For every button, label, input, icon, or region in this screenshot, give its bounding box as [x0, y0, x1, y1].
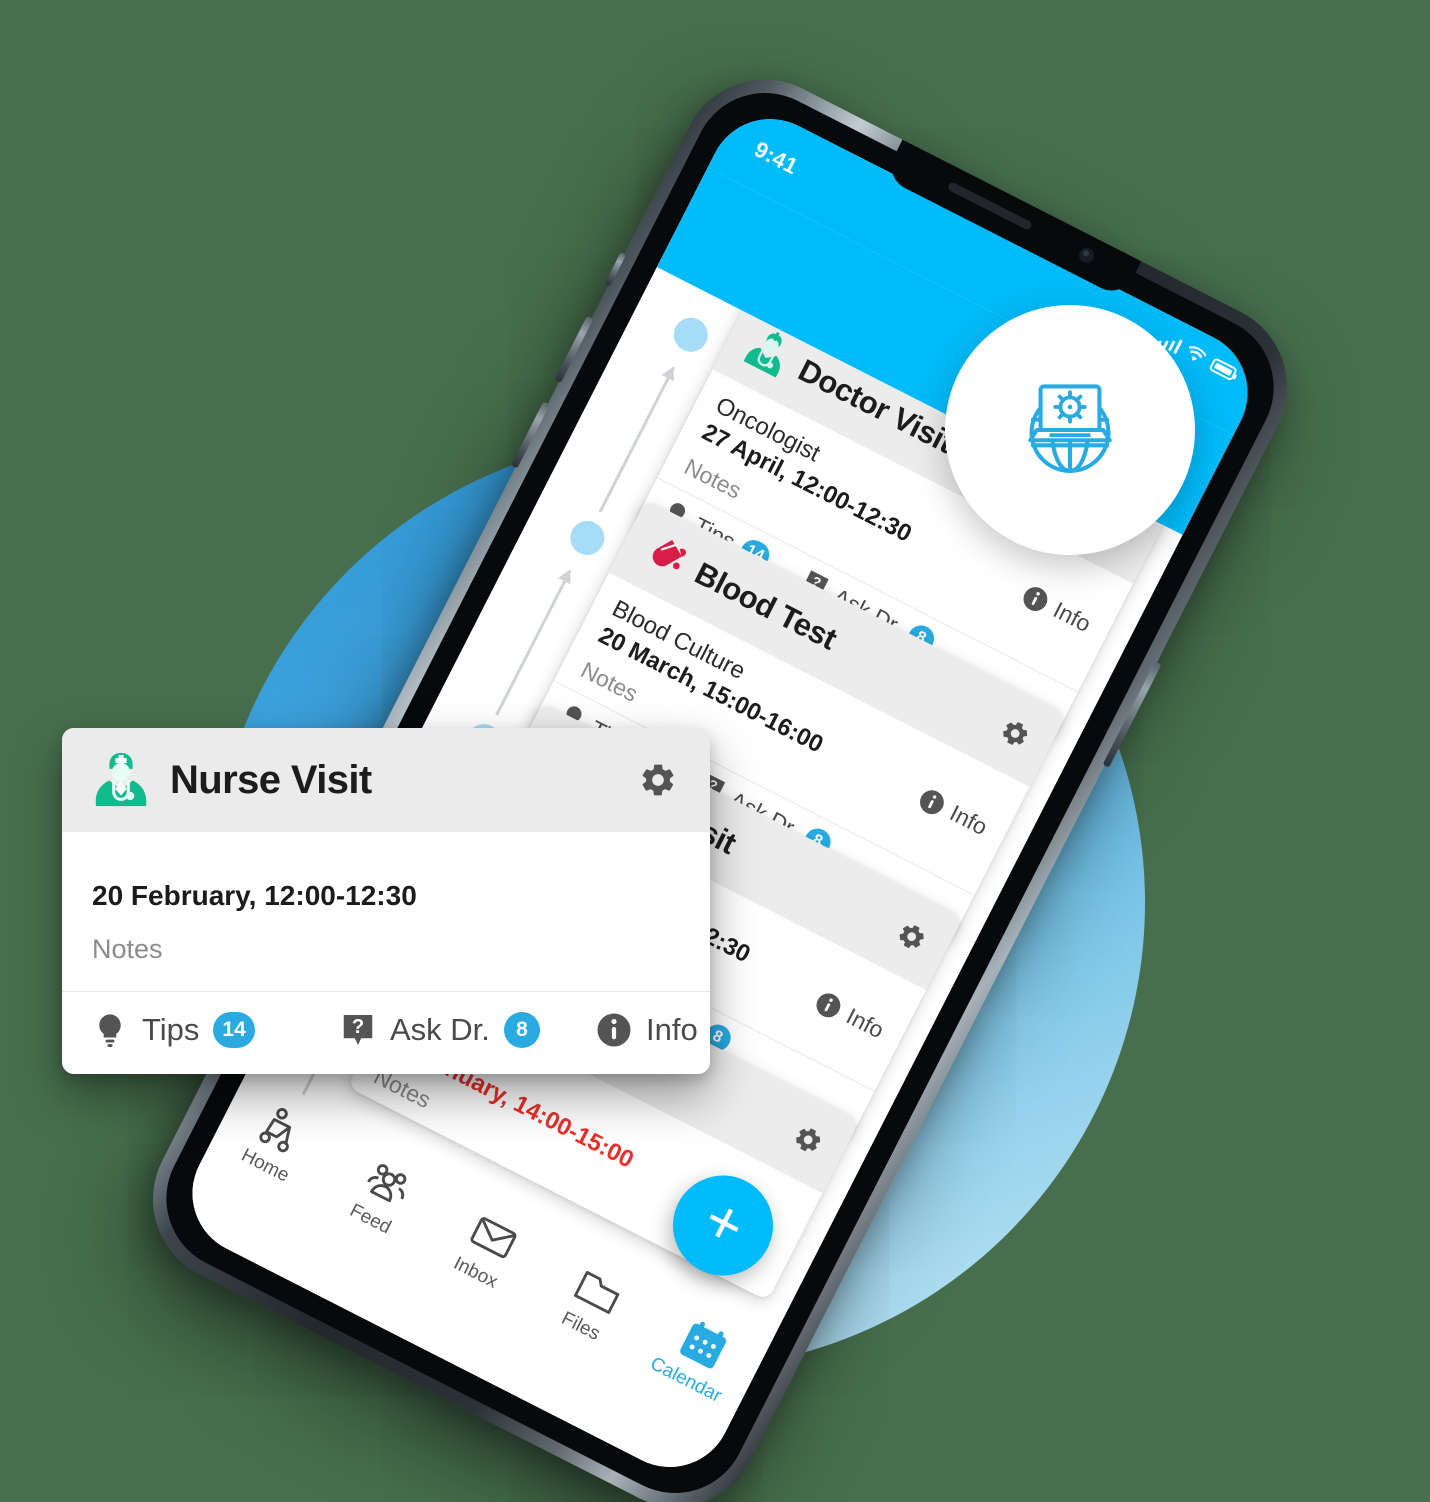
gear-icon[interactable]	[638, 760, 678, 800]
question-badge-icon: ?	[343, 1015, 373, 1045]
nurse-icon	[95, 752, 147, 807]
overlay-info-button[interactable]: Info	[596, 1012, 698, 1048]
gear-icon[interactable]	[891, 916, 931, 956]
globe-laptop-virus-icon	[1028, 384, 1112, 474]
gear-icon[interactable]	[995, 713, 1035, 753]
info-circle-icon	[597, 1013, 631, 1047]
svg-text:?: ?	[352, 1016, 364, 1038]
overlay-card-header: Nurse Visit	[62, 728, 710, 832]
gear-icon[interactable]	[788, 1120, 828, 1160]
overlay-ask-label: Ask Dr.	[390, 1012, 490, 1047]
wifi-icon	[1188, 346, 1207, 361]
overlay-ask-button[interactable]: ? Ask Dr. 8	[340, 1012, 596, 1048]
globe-laptop-virus-badge	[945, 305, 1195, 555]
overlay-card-footer: Tips 14 ? Ask Dr. 8 Info	[62, 991, 710, 1074]
timeline-dot	[667, 311, 714, 358]
status-time: 9:41	[750, 136, 802, 180]
overlay-tips-label: Tips	[142, 1012, 200, 1047]
overlay-tips-badge: 14	[213, 1012, 255, 1048]
blood-tube-icon	[652, 539, 687, 570]
front-camera	[1076, 245, 1097, 266]
overlay-card-title: Nurse Visit	[170, 757, 372, 802]
overlay-ask-badge: 8	[503, 1012, 540, 1048]
nurse-visit-detail-card[interactable]: Nurse Visit 20 February, 12:00-12:30 Not…	[62, 728, 710, 1074]
overlay-tips-button[interactable]: Tips 14	[92, 1012, 340, 1048]
overlay-card-body: 20 February, 12:00-12:30 Notes	[62, 832, 710, 991]
overlay-info-label: Info	[646, 1012, 698, 1047]
overlay-card-notes-label[interactable]: Notes	[92, 934, 680, 965]
plus-icon: +	[692, 1184, 756, 1263]
battery-icon	[1208, 357, 1238, 382]
mute-switch[interactable]	[604, 251, 627, 287]
overlay-card-date: 20 February, 12:00-12:30	[92, 880, 417, 911]
timeline-dot	[564, 515, 611, 561]
lightbulb-icon	[99, 1014, 121, 1047]
